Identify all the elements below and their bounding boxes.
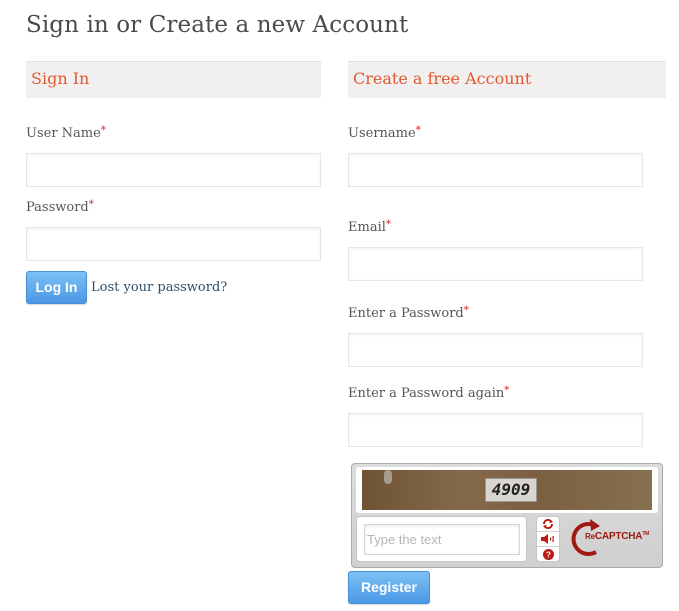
register-username-label-text: Username	[348, 126, 416, 141]
svg-text:?: ?	[546, 550, 551, 559]
captcha-image-detail	[384, 470, 392, 484]
username-label-text: User Name	[26, 126, 101, 141]
email-label: Email*	[348, 219, 391, 235]
recaptcha-brand-prefix: Re	[585, 532, 595, 541]
register-password-again-input[interactable]	[348, 413, 643, 447]
required-marker: *	[463, 305, 469, 316]
captcha-refresh-button[interactable]	[537, 517, 559, 532]
recaptcha-logo: ReCAPTCHATM	[566, 518, 658, 560]
register-password-input[interactable]	[348, 333, 643, 367]
login-button[interactable]: Log In	[26, 271, 87, 304]
recaptcha-brand: ReCAPTCHATM	[585, 531, 649, 542]
password-label: Password*	[26, 199, 94, 215]
recaptcha-brand-tm: TM	[642, 531, 650, 537]
required-marker: *	[100, 125, 106, 136]
password-label-text: Password	[26, 200, 89, 215]
register-password-again-label-text: Enter a Password again	[348, 386, 505, 401]
required-marker: *	[415, 125, 421, 136]
recaptcha-widget: 4909 ?	[351, 463, 663, 568]
audio-icon	[541, 534, 554, 544]
sign-in-header: Sign In	[26, 61, 321, 98]
help-icon: ?	[542, 548, 554, 560]
username-label: User Name*	[26, 125, 106, 141]
captcha-help-button[interactable]: ?	[537, 547, 559, 561]
register-button[interactable]: Register	[348, 571, 430, 604]
signin-password-input[interactable]	[26, 227, 321, 261]
required-marker: *	[385, 219, 391, 230]
signin-username-input[interactable]	[26, 153, 321, 187]
required-marker: *	[504, 385, 510, 396]
captcha-audio-button[interactable]	[537, 532, 559, 547]
refresh-icon	[542, 518, 554, 530]
register-password-again-label: Enter a Password again*	[348, 385, 510, 401]
register-email-input[interactable]	[348, 247, 643, 281]
captcha-image-text: 4909	[485, 478, 537, 502]
required-marker: *	[88, 199, 94, 210]
captcha-controls: ?	[536, 516, 560, 562]
lost-password-link[interactable]: Lost your password?	[91, 280, 227, 295]
recaptcha-brand-name: CAPTCHA	[594, 531, 643, 542]
register-username-input[interactable]	[348, 153, 643, 187]
register-username-label: Username*	[348, 125, 421, 141]
create-account-header: Create a free Account	[348, 61, 666, 98]
captcha-image: 4909	[362, 470, 652, 510]
register-password-label: Enter a Password*	[348, 305, 469, 321]
captcha-image-frame: 4909	[356, 467, 658, 513]
captcha-input-frame	[356, 516, 527, 562]
captcha-response-input[interactable]	[364, 524, 520, 555]
email-label-text: Email	[348, 220, 386, 235]
register-password-label-text: Enter a Password	[348, 306, 464, 321]
page-title: Sign in or Create a new Account	[26, 12, 409, 38]
